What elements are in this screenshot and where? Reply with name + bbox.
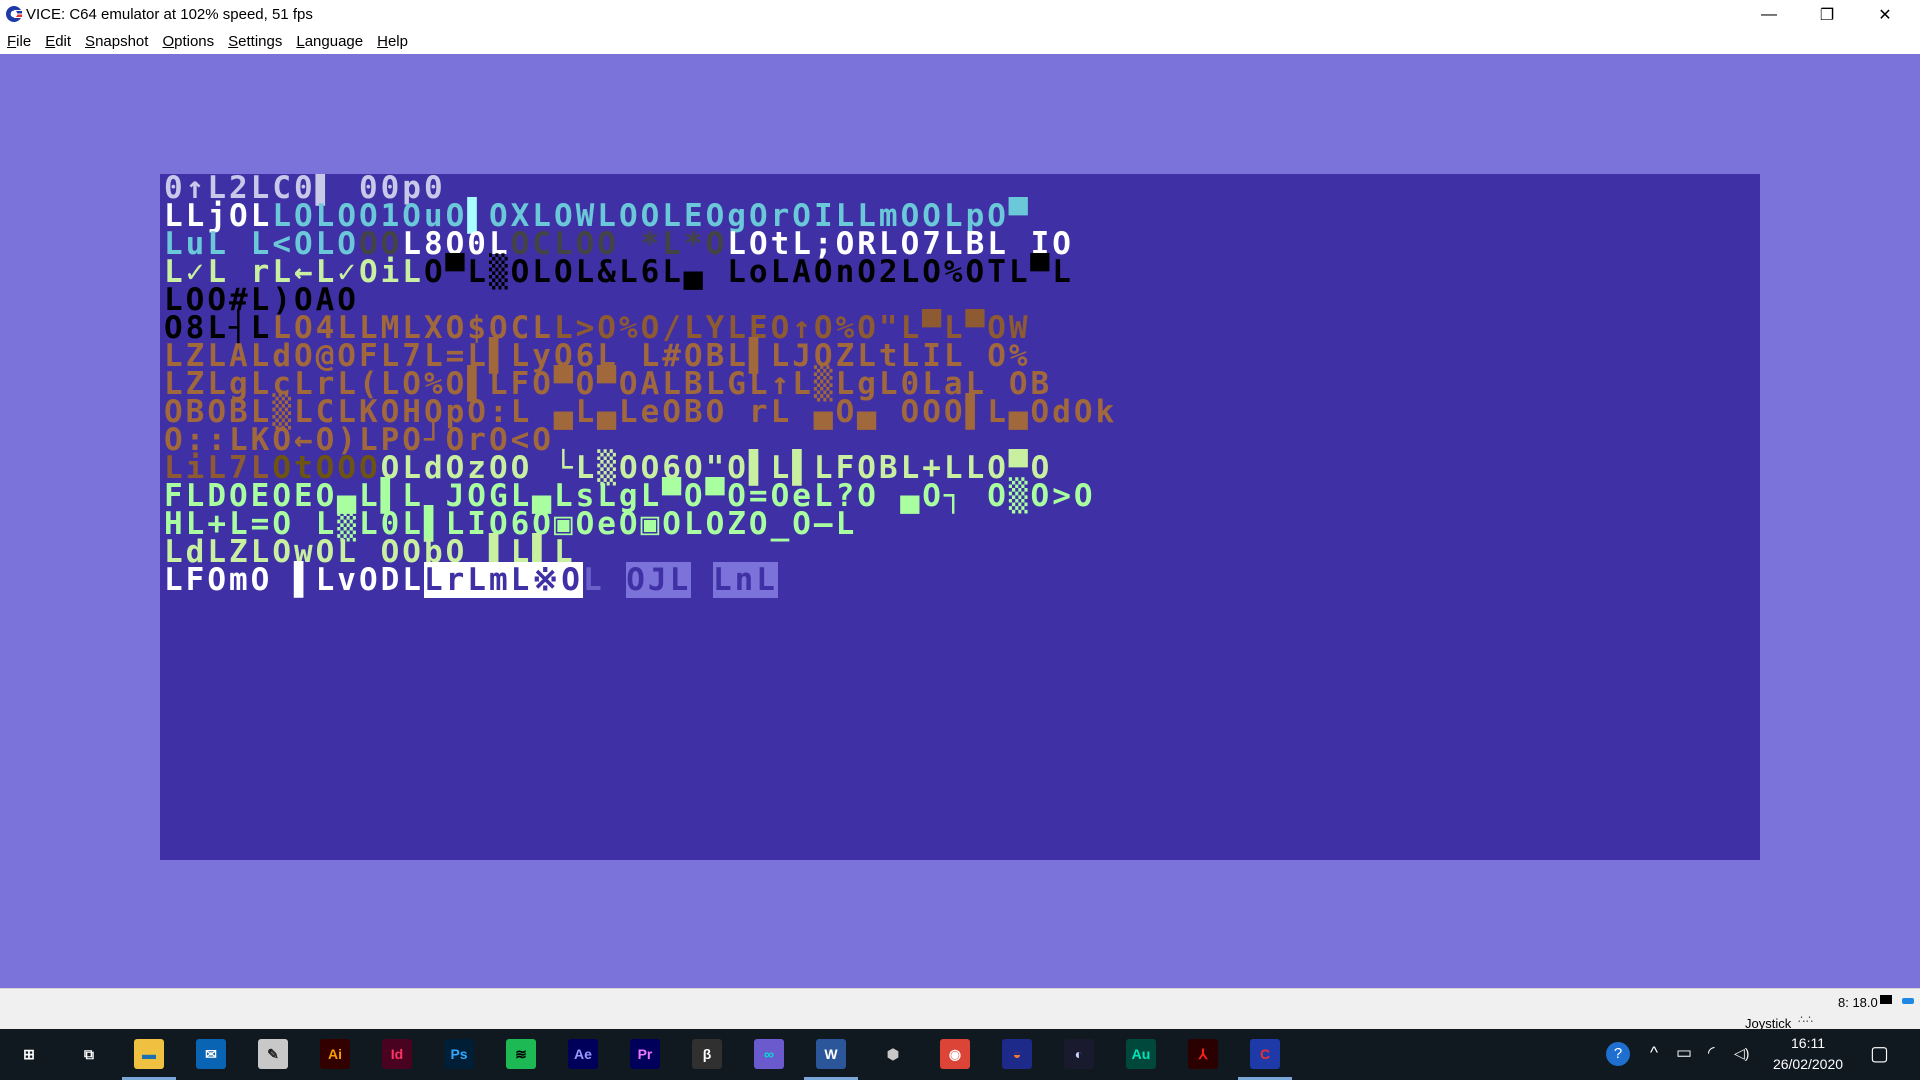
chrome-icon[interactable]: ◉ <box>940 1039 970 1069</box>
drive-led-icon <box>1880 995 1892 1004</box>
menu-edit[interactable]: Edit <box>38 30 78 54</box>
acrobat-icon[interactable]: ⅄ <box>1188 1039 1218 1069</box>
menu-language[interactable]: Language <box>289 30 370 54</box>
after-effects-icon[interactable]: Ae <box>568 1039 598 1069</box>
mail-icon[interactable]: ✉ <box>196 1039 226 1069</box>
c64-text-segment <box>691 562 713 598</box>
hexagon-app-icon[interactable]: ⬢ <box>878 1039 908 1069</box>
help-icon[interactable]: ? <box>1606 1042 1630 1066</box>
notification-icon[interactable]: ▢ <box>1870 1041 1889 1066</box>
clock-date[interactable]: 26/02/2020 <box>1760 1056 1856 1072</box>
close-glyph: ✕ <box>1878 7 1892 24</box>
audacity-icon[interactable]: β <box>692 1039 722 1069</box>
indesign-icon[interactable]: Id <box>382 1039 412 1069</box>
drive-track-text: 8: 18.0 <box>1838 995 1878 1010</box>
c64-screen-text: 0↑L2LC0▌ 00p0 LLjOLLOLOO1OuO▌OXLOWLOOLEOg… <box>164 174 1117 598</box>
restore-icon[interactable]: ❐ <box>1798 0 1856 30</box>
c64-text-row: LFOmO ▌LvODLLrLmL※OL OJL LnL <box>164 562 1117 598</box>
cinema4d-icon[interactable]: ◐ <box>1064 1039 1094 1069</box>
spotify-icon[interactable]: ≋ <box>506 1039 536 1069</box>
close-icon[interactable]: ✕ <box>1856 0 1914 30</box>
chevron-up-icon[interactable]: ^ <box>1650 1043 1658 1063</box>
arduino-icon[interactable]: ∞ <box>754 1039 784 1069</box>
premiere-icon[interactable]: Pr <box>630 1039 660 1069</box>
status-bar: Joystick ∴∴ 8: 18.0 <box>0 988 1920 1031</box>
c64-text-segment: L <box>582 562 627 598</box>
tape-icon[interactable] <box>1902 998 1914 1004</box>
c64-text-segment: O▀L▒OLOL&L6L▄ LoLAOnO2LO%OTL▀L <box>423 254 1074 290</box>
photoshop-icon[interactable]: Ps <box>444 1039 474 1069</box>
c64-text-segment: LrLmL※O <box>423 562 583 598</box>
app-wrench-icon[interactable]: ✎ <box>258 1039 288 1069</box>
taskbar: ? ^ ▭ ◜ ◁) 16:11 26/02/2020 ▢ ⊞ ⧉ ▬ ✉ ✎ Ai Id P… <box>0 1029 1920 1080</box>
minimize-icon[interactable]: — <box>1740 0 1798 30</box>
vice-c64-icon[interactable] <box>4 4 24 24</box>
menu-help[interactable]: Help <box>370 30 415 54</box>
vice-icon[interactable]: C <box>1250 1039 1280 1069</box>
minimize-glyph: — <box>1761 6 1777 23</box>
volume-icon[interactable]: ◁) <box>1734 1045 1749 1062</box>
menu-snapshot[interactable]: Snapshot <box>78 30 155 54</box>
title-bar: VICE: C64 emulator at 102% speed, 51 fps… <box>0 0 1920 30</box>
c64-text-segment: LFOmO ▌LvODL <box>164 562 424 598</box>
menu-options[interactable]: Options <box>155 30 221 54</box>
joystick-port-icon[interactable]: ∴∴ <box>1798 1013 1814 1026</box>
word-icon[interactable]: W <box>816 1039 846 1069</box>
c64-text-segment: OJL <box>626 562 692 598</box>
wifi-icon[interactable]: ◜ <box>1708 1043 1715 1063</box>
c64-screen[interactable]: 0↑L2LC0▌ 00p0 LLjOLLOLOO1OuO▌OXLOWLOOLEOg… <box>160 174 1760 860</box>
battery-icon[interactable]: ▭ <box>1676 1043 1692 1063</box>
illustrator-icon[interactable]: Ai <box>320 1039 350 1069</box>
menu-bar: File Edit Snapshot Options Settings Language H… <box>0 30 1920 54</box>
c64-text-segment: LnL <box>712 562 778 598</box>
blender-icon[interactable]: ◒ <box>1002 1039 1032 1069</box>
menu-file[interactable]: File <box>0 30 38 54</box>
file-explorer-icon[interactable]: ▬ <box>134 1039 164 1069</box>
clock-time[interactable]: 16:11 <box>1760 1035 1856 1051</box>
menu-settings[interactable]: Settings <box>221 30 289 54</box>
start-icon[interactable]: ⊞ <box>14 1039 44 1069</box>
restore-glyph: ❐ <box>1819 7 1835 24</box>
audition-icon[interactable]: Au <box>1126 1039 1156 1069</box>
window-title: VICE: C64 emulator at 102% speed, 51 fps <box>26 6 313 23</box>
task-view-icon[interactable]: ⧉ <box>74 1039 104 1069</box>
